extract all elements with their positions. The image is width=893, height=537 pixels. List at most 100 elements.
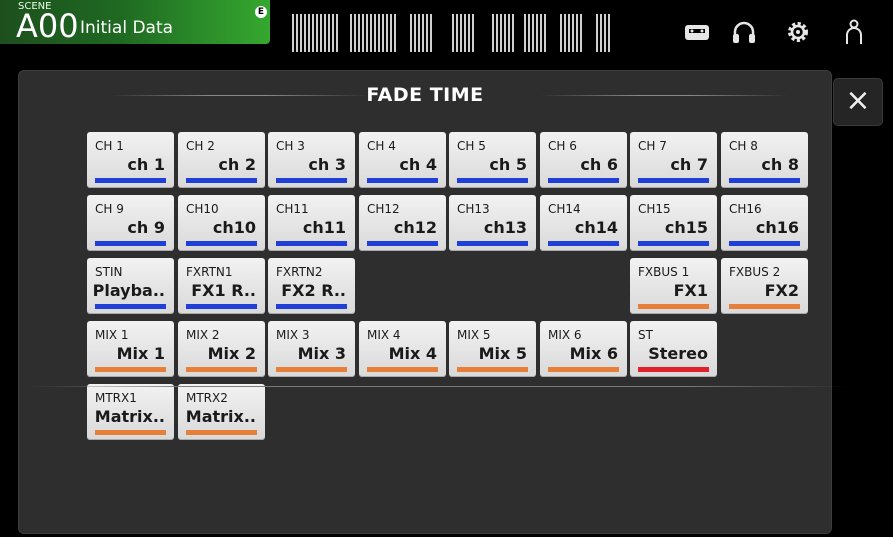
channel-id: CH 8 xyxy=(729,139,758,153)
meter-bar xyxy=(382,14,384,52)
channel-button[interactable]: CH 4 ch 4 xyxy=(359,132,446,188)
meter-bar xyxy=(390,14,392,52)
channel-button[interactable]: CH 1 ch 1 xyxy=(87,132,174,188)
channel-button[interactable]: FXRTN2 FX2 R.. xyxy=(268,258,355,314)
meter-bar xyxy=(452,14,454,52)
meter-bar xyxy=(464,14,466,52)
channel-button[interactable]: CH 6 ch 6 xyxy=(540,132,627,188)
meter-bar xyxy=(358,14,360,52)
channel-button[interactable]: CH11 ch11 xyxy=(268,195,355,251)
channel-name: ch15 xyxy=(664,218,708,237)
channel-name: Matrix.. xyxy=(94,407,165,426)
meter-bar xyxy=(410,14,412,52)
channel-color-bar xyxy=(729,304,800,309)
meter-bar xyxy=(324,14,326,52)
meter-bar xyxy=(312,14,314,52)
channel-name: Mix 3 xyxy=(297,344,346,363)
channel-id: MTRX2 xyxy=(186,391,228,405)
channel-button[interactable]: CH 7 ch 7 xyxy=(630,132,717,188)
channel-button[interactable]: MTRX1 Matrix.. xyxy=(87,384,174,440)
channel-button[interactable]: FXBUS 1 FX1 xyxy=(630,258,717,314)
channel-button[interactable]: MIX 2 Mix 2 xyxy=(178,321,265,377)
channel-color-bar xyxy=(548,241,619,246)
channel-id: MIX 1 xyxy=(95,328,129,342)
channel-name: Playba.. xyxy=(92,281,165,300)
meter-bar xyxy=(492,14,494,52)
channel-button[interactable]: MIX 6 Mix 6 xyxy=(540,321,627,377)
meter-bar xyxy=(572,14,574,52)
channel-button[interactable]: CH12 ch12 xyxy=(359,195,446,251)
meter-bar xyxy=(370,14,372,52)
meter-bar xyxy=(386,14,388,52)
channel-button[interactable]: CH10 ch10 xyxy=(178,195,265,251)
channel-name: ch14 xyxy=(574,218,618,237)
channel-button[interactable]: MIX 3 Mix 3 xyxy=(268,321,355,377)
channel-button[interactable]: CH 5 ch 5 xyxy=(449,132,536,188)
channel-button[interactable]: ST Stereo xyxy=(630,321,717,377)
channel-name: Mix 6 xyxy=(569,344,618,363)
panel-title: FADE TIME xyxy=(366,84,484,106)
user-icon[interactable] xyxy=(840,18,868,46)
channel-color-bar xyxy=(638,304,709,309)
channel-name: ch 1 xyxy=(127,155,165,174)
channel-button[interactable]: MIX 1 Mix 1 xyxy=(87,321,174,377)
meter-bar xyxy=(300,14,302,52)
channel-id: MIX 5 xyxy=(457,328,491,342)
channel-name: ch 4 xyxy=(399,155,437,174)
channel-button[interactable]: CH14 ch14 xyxy=(540,195,627,251)
channel-id: MTRX1 xyxy=(95,391,137,405)
channel-color-bar xyxy=(276,304,347,309)
channel-color-bar xyxy=(95,241,166,246)
meter-bar xyxy=(508,14,510,52)
meter-bar xyxy=(336,14,338,52)
channel-button[interactable]: MIX 5 Mix 5 xyxy=(449,321,536,377)
meter-bar xyxy=(532,14,534,52)
channel-button[interactable]: MIX 4 Mix 4 xyxy=(359,321,446,377)
meter-bar xyxy=(350,14,352,52)
channel-id: MIX 6 xyxy=(548,328,582,342)
channel-button[interactable]: CH16 ch16 xyxy=(721,195,808,251)
scene-display[interactable]: SCENE A00 Initial Data E xyxy=(0,0,270,44)
meter-bar xyxy=(500,14,502,52)
gear-icon[interactable] xyxy=(784,18,812,46)
bottom-divider xyxy=(26,386,846,387)
channel-id: CH12 xyxy=(367,202,400,216)
meter-bar xyxy=(304,14,306,52)
headphones-icon[interactable] xyxy=(730,18,758,46)
meter-bar xyxy=(332,14,334,52)
recorder-icon[interactable] xyxy=(683,18,711,46)
meter-bar xyxy=(418,14,420,52)
channel-button[interactable]: CH 2 ch 2 xyxy=(178,132,265,188)
meter-bar xyxy=(316,14,318,52)
channel-name: ch 6 xyxy=(580,155,618,174)
channel-id: FXBUS 2 xyxy=(729,265,781,279)
channel-name: Matrix.. xyxy=(185,407,256,426)
meter-bar xyxy=(600,14,602,52)
channel-button[interactable]: CH13 ch13 xyxy=(449,195,536,251)
channel-button[interactable]: FXBUS 2 FX2 xyxy=(721,258,808,314)
channel-color-bar xyxy=(729,178,800,183)
channel-button[interactable]: CH 9 ch 9 xyxy=(87,195,174,251)
channel-button[interactable]: STIN Playba.. xyxy=(87,258,174,314)
channel-id: FXRTN2 xyxy=(276,265,323,279)
channel-button[interactable]: CH 3 ch 3 xyxy=(268,132,355,188)
channel-color-bar xyxy=(367,178,438,183)
meter-bar xyxy=(430,14,432,52)
channel-button[interactable]: MTRX2 Matrix.. xyxy=(178,384,265,440)
channel-button[interactable]: CH 8 ch 8 xyxy=(721,132,808,188)
edit-badge: E xyxy=(255,6,267,18)
channel-button[interactable]: CH15 ch15 xyxy=(630,195,717,251)
channel-name: ch11 xyxy=(302,218,346,237)
meter-bar xyxy=(292,14,294,52)
channel-color-bar xyxy=(638,367,709,372)
channel-button[interactable]: FXRTN1 FX1 R.. xyxy=(178,258,265,314)
meter-bar xyxy=(328,14,330,52)
close-button[interactable]: × xyxy=(833,78,883,126)
meter-bar xyxy=(456,14,458,52)
channel-color-bar xyxy=(548,178,619,183)
channel-color-bar xyxy=(367,367,438,372)
meter-bar xyxy=(568,14,570,52)
meter-bar xyxy=(394,14,396,52)
meter-bar xyxy=(560,14,562,52)
channel-id: MIX 2 xyxy=(186,328,220,342)
